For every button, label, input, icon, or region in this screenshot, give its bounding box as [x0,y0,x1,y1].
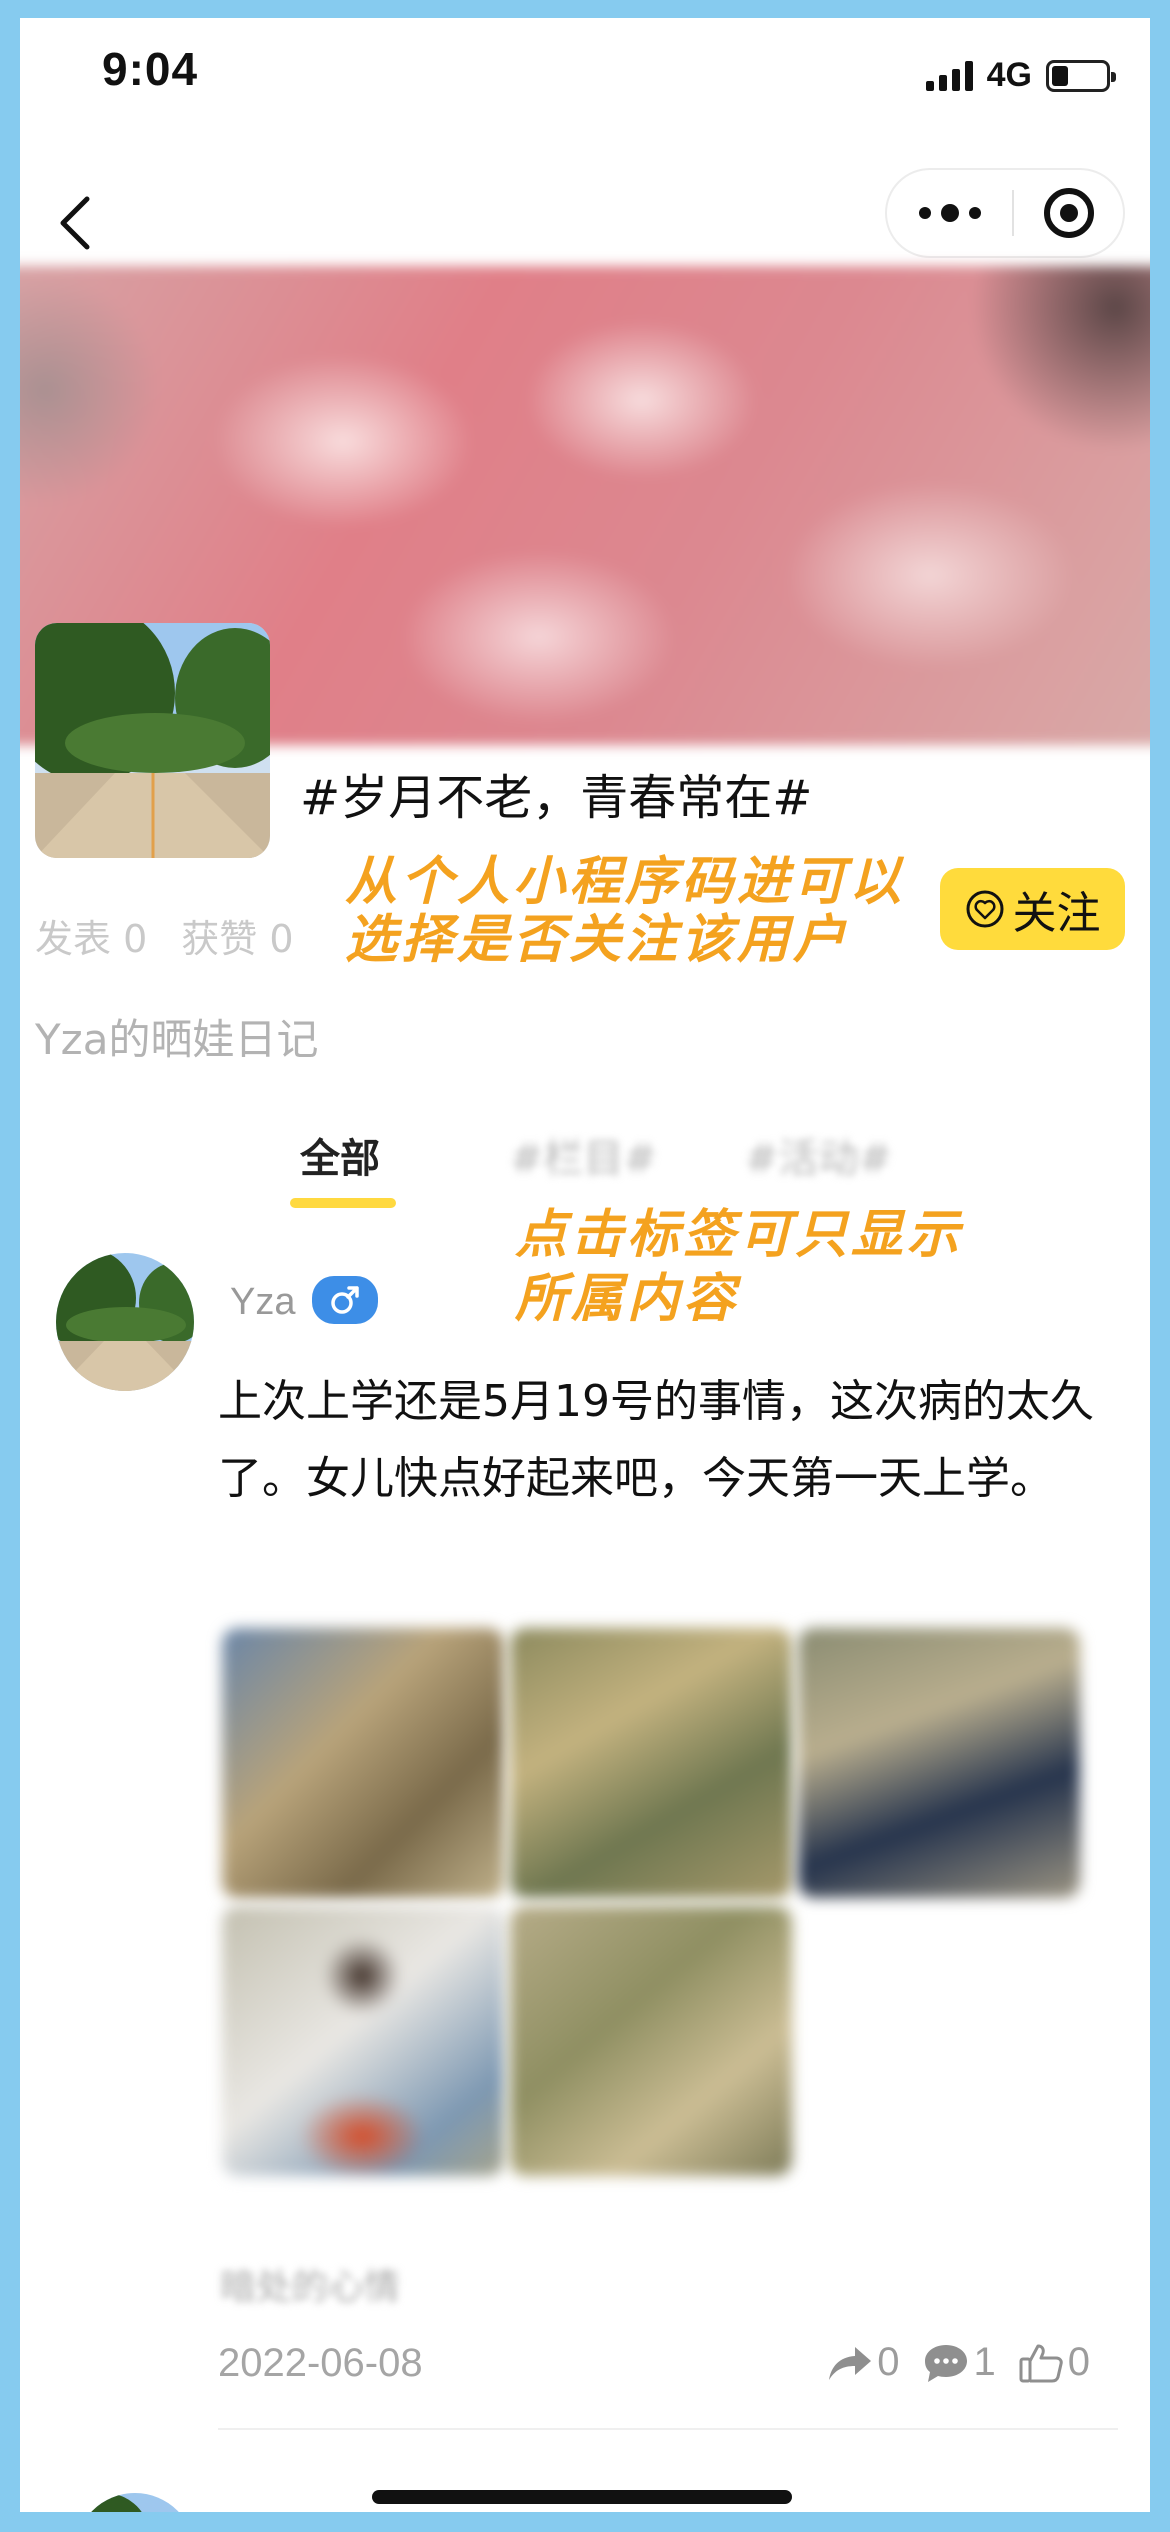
post-author-avatar[interactable] [56,1253,194,1391]
blurred-caption: 暗处的心情 [220,2267,401,2308]
mini-program-capsule [885,168,1125,258]
thumbs-up-icon [1019,2344,1063,2382]
gender-badge [312,1276,378,1324]
post-text: 上次上学还是5月19号的事情，这次病的太久了。女儿快点好起来吧，今天第一天上学。 [218,1376,1094,1504]
post-photo-5[interactable] [510,1906,792,2176]
post-actions: 0 1 0 [827,2340,1090,2385]
profile-tag-title: #岁月不老，青春常在# [300,770,813,826]
tab-tag-3[interactable]: #活动# [745,1126,892,1184]
likes-count: 获赞 0 [181,917,294,961]
tab-all[interactable]: 全部 [290,1126,396,1208]
share-arrow-icon [829,2346,872,2380]
heart-outline-icon [966,890,1003,928]
avatar-tree-road-image [35,623,270,858]
follow-button[interactable]: 关注 [940,868,1125,950]
comment-button[interactable]: 1 [922,2340,996,2385]
share-count: 0 [877,2340,900,2384]
post-photo-2[interactable] [510,1628,792,1898]
more-button[interactable] [887,170,1012,256]
target-close-icon [1043,188,1094,238]
back-button[interactable] [40,178,110,268]
more-dots-icon [918,204,981,222]
diary-title: Yza的晒娃日记 [35,1015,319,1064]
profile-stats: 发表 0 获赞 0 [35,908,294,963]
status-indicators: 4G [925,56,1116,95]
network-type: 4G [986,56,1032,94]
avatar-tree-road-image [75,2493,195,2512]
annotation-follow-note: 从个人小程序码进可以选择是否关注该用户 [345,852,906,970]
post-photo-1[interactable] [222,1628,504,1898]
active-tab-underline [290,1198,396,1208]
comment-bubble-icon [924,2344,967,2382]
annotation-tag-note: 点击标签可只显示所属内容 [515,1205,964,1329]
signal-icon [925,60,973,91]
phone-screen: 9:04 4G #岁月不老，青春常在# 发表 0 获赞 0 Yza的晒娃日记 关… [20,18,1150,2512]
post-date: 2022-06-08 [218,2341,423,2385]
status-time: 9:04 [102,43,199,95]
post-divider [218,2428,1118,2430]
battery-icon [1046,59,1116,92]
posts-count: 发表 0 [35,917,148,961]
profile-avatar[interactable] [35,623,270,858]
follow-label: 关注 [1012,888,1101,939]
post-photo-3[interactable] [798,1628,1080,1898]
tab-tag-2[interactable]: #栏目# [510,1126,657,1184]
close-mini-program-button[interactable] [1014,170,1123,256]
like-button[interactable]: 0 [1018,2340,1090,2385]
home-indicator [372,2490,792,2504]
avatar-tree-road-image [56,1253,194,1391]
post-photo-4[interactable] [222,1906,504,2176]
tab-all-label: 全部 [300,1136,380,1182]
post-username[interactable]: Yza [230,1281,295,1324]
next-post-avatar[interactable] [75,2493,195,2512]
share-button[interactable]: 0 [827,2340,900,2385]
chevron-left-icon [60,196,90,250]
comment-count: 1 [973,2340,996,2384]
male-icon [331,1286,359,1314]
like-count: 0 [1067,2340,1090,2384]
tag-tabs: 全部 #栏目# #活动# [20,1108,1150,1218]
